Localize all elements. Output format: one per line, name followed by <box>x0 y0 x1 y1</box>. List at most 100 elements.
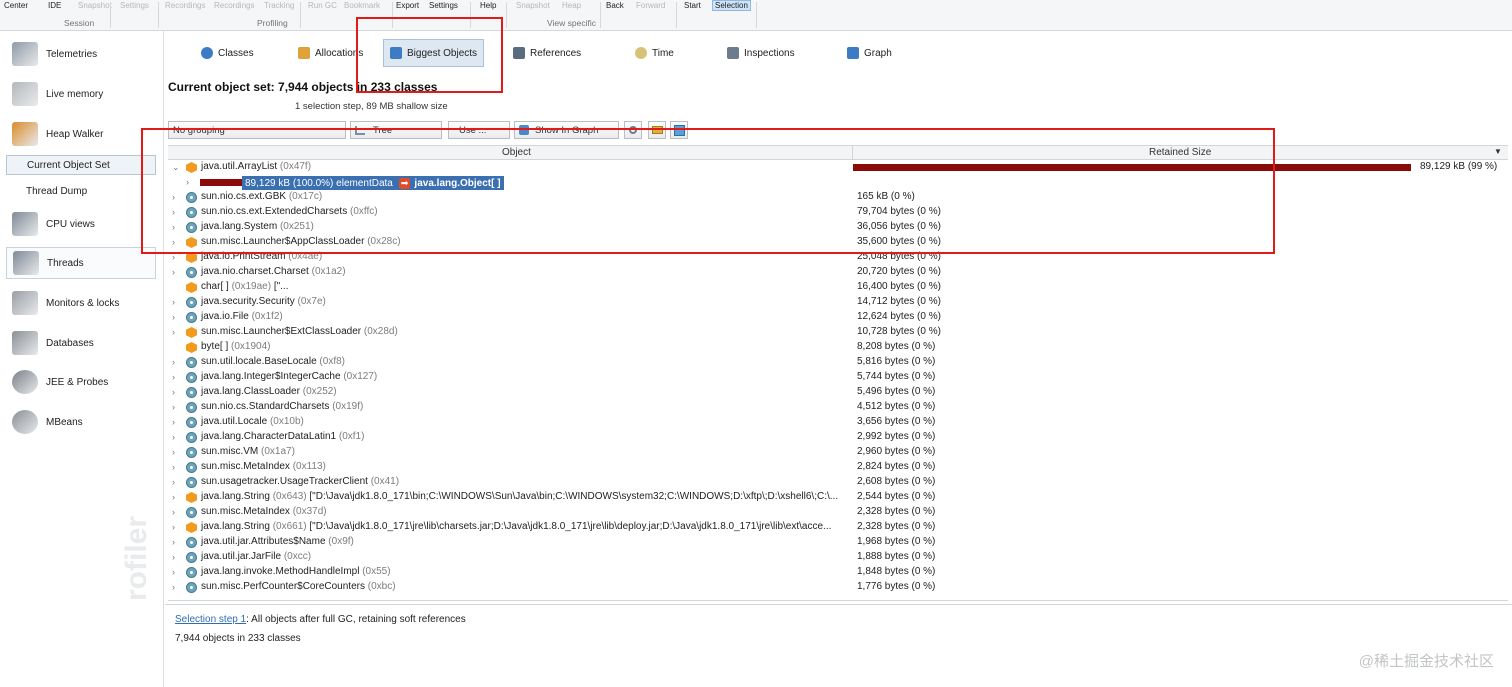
ribbon-button-0[interactable]: Center <box>4 1 28 10</box>
table-row[interactable]: › java.lang.String (0x643) ["D:\Java\jdk1… <box>168 490 1508 505</box>
column-retained-size[interactable]: Retained Size <box>1149 147 1211 158</box>
ribbon-button-7[interactable]: Run GC <box>308 1 337 10</box>
sidebar-item-jee-probes[interactable]: JEE & Probes <box>6 366 156 398</box>
ribbon-button-16[interactable]: Start <box>684 1 701 10</box>
show-in-graph-button[interactable]: Show In Graph <box>514 121 619 139</box>
chevron-right-icon[interactable]: › <box>172 507 182 518</box>
tab-allocations[interactable]: Allocations <box>292 39 369 67</box>
sidebar-item-telemetries[interactable]: Telemetries <box>6 38 156 70</box>
ribbon-button-11[interactable]: Help <box>480 1 496 10</box>
table-row[interactable]: byte[ ] (0x1904) 8,208 bytes (0 %) <box>168 340 1508 355</box>
ribbon-button-14[interactable]: Back <box>606 1 624 10</box>
selected-reference[interactable]: 89,129 kB (100.0%) elementData ➡ java.lang… <box>242 176 504 190</box>
tab-references[interactable]: References <box>507 39 587 67</box>
sidebar-item-databases[interactable]: Databases <box>6 327 156 359</box>
table-row[interactable]: › sun.nio.cs.StandardCharsets (0x19f) 4,5… <box>168 400 1508 415</box>
table-row[interactable]: › java.util.Locale (0x10b) 3,656 bytes (0… <box>168 415 1508 430</box>
chevron-right-icon[interactable]: › <box>172 237 182 248</box>
table-row[interactable]: char[ ] (0x19ae) ["... 16,400 bytes (0 %) <box>168 280 1508 295</box>
chevron-right-icon[interactable]: › <box>172 432 182 443</box>
sidebar-subitem-current-object-set[interactable]: Current Object Set <box>6 155 156 175</box>
chevron-right-icon[interactable]: › <box>172 252 182 263</box>
sidebar-item-monitors-locks[interactable]: Monitors & locks <box>6 287 156 319</box>
chevron-right-icon[interactable]: › <box>172 357 182 368</box>
chevron-right-icon[interactable]: › <box>172 387 182 398</box>
table-row[interactable]: › sun.usagetracker.UsageTrackerClient (0x… <box>168 475 1508 490</box>
table-row[interactable]: › java.lang.invoke.MethodHandleImpl (0x55… <box>168 565 1508 580</box>
chevron-right-icon[interactable]: › <box>172 477 182 488</box>
chevron-right-icon[interactable]: › <box>172 312 182 323</box>
ribbon-button-1[interactable]: IDE <box>48 1 61 10</box>
chevron-right-icon[interactable]: › <box>172 372 182 383</box>
tab-biggest-objects[interactable]: Biggest Objects <box>383 39 485 67</box>
table-row[interactable]: › sun.nio.cs.ext.GBK (0x17c) 165 kB (0 %) <box>168 190 1508 205</box>
table-row[interactable]: › sun.misc.PerfCounter$CoreCounters (0xbc… <box>168 580 1508 595</box>
chevron-right-icon[interactable]: › <box>172 462 182 473</box>
table-row[interactable]: ⌄ java.util.ArrayList (0x47f) 89,129 kB (… <box>168 160 1508 175</box>
ribbon-button-2[interactable]: Snapshot <box>78 1 112 10</box>
chevron-right-icon[interactable]: › <box>172 192 182 203</box>
column-separator[interactable] <box>852 146 853 160</box>
chevron-right-icon[interactable]: › <box>172 447 182 458</box>
ribbon-button-17[interactable]: Selection <box>712 0 751 11</box>
table-row[interactable]: › sun.nio.cs.ext.ExtendedCharsets (0xffc)… <box>168 205 1508 220</box>
sidebar-item-cpu-views[interactable]: CPU views <box>6 208 156 240</box>
filter-button[interactable] <box>670 121 688 139</box>
tab-classes[interactable]: Classes <box>195 39 260 67</box>
ribbon-button-4[interactable]: Recordings <box>165 1 205 10</box>
sidebar-subitem-thread-dump[interactable]: Thread Dump <box>6 181 156 201</box>
selection-step-link[interactable]: Selection step 1 <box>175 614 246 625</box>
chevron-right-icon[interactable]: › <box>172 222 182 233</box>
table-row[interactable]: › sun.util.locale.BaseLocale (0xf8) 5,816… <box>168 355 1508 370</box>
table-row[interactable]: › java.util.jar.JarFile (0xcc) 1,888 byte… <box>168 550 1508 565</box>
table-row[interactable]: › java.lang.ClassLoader (0x252) 5,496 byt… <box>168 385 1508 400</box>
table-row[interactable]: › java.io.File (0x1f2) 12,624 bytes (0 %) <box>168 310 1508 325</box>
sidebar-item-threads[interactable]: Threads <box>6 247 156 279</box>
chevron-right-icon[interactable]: › <box>186 177 196 188</box>
table-row[interactable]: › sun.misc.MetaIndex (0x113) 2,824 bytes … <box>168 460 1508 475</box>
chevron-right-icon[interactable]: › <box>172 402 182 413</box>
table-row[interactable]: › java.security.Security (0x7e) 14,712 by… <box>168 295 1508 310</box>
use-dropdown[interactable]: Use ... <box>448 121 510 139</box>
chevron-down-icon[interactable]: ⌄ <box>172 162 182 173</box>
tab-graph[interactable]: Graph <box>841 39 898 67</box>
table-row[interactable]: › sun.misc.MetaIndex (0x37d) 2,328 bytes … <box>168 505 1508 520</box>
column-menu-icon[interactable]: ▼ <box>1494 147 1502 156</box>
table-row-child[interactable]: › 89,129 kB (100.0%) elementData ➡ java.lan… <box>168 175 1508 190</box>
table-row[interactable]: › java.nio.charset.Charset (0x1a2) 20,720… <box>168 265 1508 280</box>
chevron-right-icon[interactable]: › <box>172 492 182 503</box>
chevron-right-icon[interactable]: › <box>172 207 182 218</box>
sidebar-item-live-memory[interactable]: Live memory <box>6 78 156 110</box>
chevron-right-icon[interactable]: › <box>172 417 182 428</box>
tab-inspections[interactable]: Inspections <box>721 39 801 67</box>
table-row[interactable]: › sun.misc.Launcher$ExtClassLoader (0x28d… <box>168 325 1508 340</box>
chevron-right-icon[interactable]: › <box>172 537 182 548</box>
ribbon-button-6[interactable]: Tracking <box>264 1 294 10</box>
table-row[interactable]: › java.lang.Integer$IntegerCache (0x127) … <box>168 370 1508 385</box>
sidebar-item-mbeans[interactable]: MBeans <box>6 406 156 438</box>
ribbon-button-8[interactable]: Bookmark <box>344 1 380 10</box>
chevron-right-icon[interactable]: › <box>172 297 182 308</box>
table-row[interactable]: › java.util.jar.Attributes$Name (0x9f) 1,… <box>168 535 1508 550</box>
chevron-right-icon[interactable]: › <box>172 582 182 593</box>
ribbon-button-12[interactable]: Snapshot <box>516 1 550 10</box>
ribbon-button-15[interactable]: Forward <box>636 1 665 10</box>
ribbon-button-5[interactable]: Recordings <box>214 1 254 10</box>
table-row[interactable]: › sun.misc.VM (0x1a7) 2,960 bytes (0 %) <box>168 445 1508 460</box>
ribbon-button-10[interactable]: Settings <box>429 1 458 10</box>
table-row[interactable]: › sun.misc.Launcher$AppClassLoader (0x28c… <box>168 235 1508 250</box>
tab-time[interactable]: Time <box>629 39 680 67</box>
chevron-right-icon[interactable]: › <box>172 522 182 533</box>
chevron-right-icon[interactable]: › <box>172 327 182 338</box>
table-row[interactable]: › java.io.PrintStream (0x4ae) 25,048 byte… <box>168 250 1508 265</box>
table-row[interactable]: › java.lang.CharacterDataLatin1 (0xf1) 2,… <box>168 430 1508 445</box>
grouping-dropdown[interactable]: No grouping <box>168 121 346 139</box>
view-mode-dropdown[interactable]: Tree <box>350 121 442 139</box>
ribbon-button-9[interactable]: Export <box>396 1 419 10</box>
ribbon-button-3[interactable]: Settings <box>120 1 149 10</box>
chevron-right-icon[interactable]: › <box>172 567 182 578</box>
sidebar-item-heap-walker[interactable]: Heap Walker <box>6 118 156 150</box>
export-button[interactable] <box>648 121 666 139</box>
chevron-right-icon[interactable]: › <box>172 267 182 278</box>
column-object[interactable]: Object <box>502 147 531 158</box>
